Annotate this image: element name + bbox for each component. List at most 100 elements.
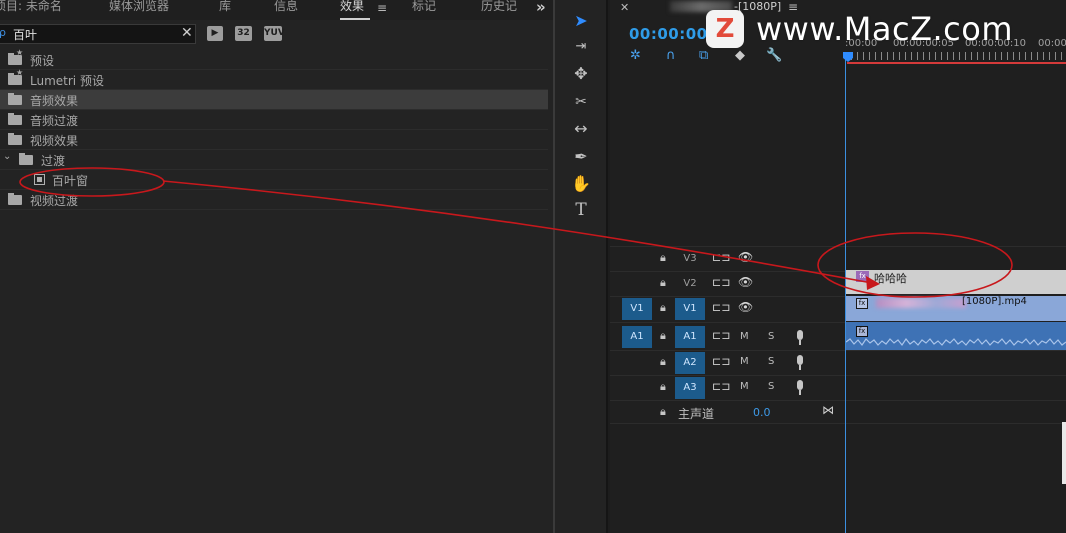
microphone-icon[interactable] xyxy=(794,353,806,371)
type-tool-icon[interactable]: T xyxy=(569,199,593,221)
tree-item-lumetri-presets[interactable]: Lumetri 预设 xyxy=(0,68,548,90)
microphone-icon[interactable] xyxy=(794,378,806,396)
solo-button[interactable]: S xyxy=(768,356,774,367)
lock-icon[interactable]: 🔒︎ xyxy=(660,355,666,369)
audio-clip[interactable]: fx xyxy=(846,322,1066,350)
search-input[interactable] xyxy=(13,27,173,41)
tab-history[interactable]: 历史记 xyxy=(481,0,517,20)
chevron-down-icon[interactable]: ⌄ xyxy=(3,151,11,162)
tab-overflow-icon[interactable]: » xyxy=(536,0,546,16)
transition-clip[interactable]: fx 哈哈哈 xyxy=(846,270,1066,294)
tree-item-label: 预设 xyxy=(30,54,55,68)
track-target-a2[interactable]: A2 xyxy=(675,352,705,374)
tab-media-browser[interactable]: 媒体浏览器 xyxy=(109,0,169,20)
tree-item-label: 音频过渡 xyxy=(30,114,79,128)
solo-button[interactable]: S xyxy=(768,381,774,392)
close-icon[interactable]: ✕ xyxy=(620,1,629,14)
tree-item-audio-transitions[interactable]: 音频过渡 xyxy=(0,110,548,130)
add-marker-icon[interactable]: ◆ xyxy=(735,48,745,63)
tree-item-label: 视频过渡 xyxy=(30,194,79,208)
tree-item-audio-effects[interactable]: 音频效果 xyxy=(0,90,548,110)
tree-item-video-effects[interactable]: 视频效果 xyxy=(0,130,548,150)
eye-icon[interactable]: 👁︎ xyxy=(738,250,753,264)
effects-tree: 预设 Lumetri 预设 音频效果 音频过渡 视频效果 ⌄ 过渡 百叶窗 xyxy=(0,48,548,210)
yuv-filter-button[interactable]: YUV xyxy=(264,26,285,41)
track-target-a1[interactable]: A1 xyxy=(675,326,705,348)
track-a3: 🔒︎ A3 ⊏⊐ M S xyxy=(610,375,1066,400)
tree-item-video-transitions[interactable]: 视频过渡 xyxy=(0,190,548,210)
panel-menu-icon[interactable]: ≡ xyxy=(377,1,387,15)
lock-icon[interactable]: 🔒︎ xyxy=(660,251,666,265)
lock-icon[interactable]: 🔒︎ xyxy=(660,276,666,290)
sync-lock-icon[interactable]: ⊏⊐ xyxy=(712,276,730,289)
fx-badge: fx xyxy=(856,326,868,337)
lock-icon[interactable]: 🔒︎ xyxy=(660,301,666,315)
go-to-end-icon[interactable]: ⋈ xyxy=(822,403,834,417)
lock-icon[interactable]: 🔒︎ xyxy=(660,329,666,343)
effect-icon xyxy=(34,174,45,185)
track-header-master: 🔒︎ 主声道 0.0 ⋈ xyxy=(610,401,845,423)
tree-item-venetian-blinds[interactable]: 百叶窗 xyxy=(0,170,548,190)
folder-icon xyxy=(8,133,22,145)
mute-button[interactable]: M xyxy=(740,331,749,342)
tree-item-label: 过渡 xyxy=(41,154,66,168)
pen-tool-icon[interactable]: ✒ xyxy=(569,146,593,168)
close-icon[interactable]: ✕ xyxy=(181,25,193,41)
sync-lock-icon[interactable]: ⊏⊐ xyxy=(712,251,730,264)
linked-selection-icon[interactable]: ⧉ xyxy=(699,48,708,63)
eye-icon[interactable]: 👁︎ xyxy=(738,300,753,314)
effects-search-row: ρ ✕ ▶ 32 YUV xyxy=(0,24,553,46)
tree-item-label: 百叶窗 xyxy=(52,174,89,188)
sync-lock-icon[interactable]: ⊏⊐ xyxy=(712,380,730,393)
video-clip[interactable]: fx [1080P].mp4 xyxy=(846,296,1066,321)
tab-project[interactable]: 项目: 未命名 xyxy=(0,0,62,20)
track-target-v2[interactable]: V2 xyxy=(675,273,705,295)
mute-button[interactable]: M xyxy=(740,381,749,392)
tree-item-transitions[interactable]: ⌄ 过渡 xyxy=(0,150,548,170)
razor-tool-icon[interactable]: ✂ xyxy=(569,91,593,113)
blurred-clip-name xyxy=(876,298,966,308)
tree-item-label: 音频效果 xyxy=(30,94,79,108)
tab-markers[interactable]: 标记 xyxy=(412,0,436,20)
tab-info[interactable]: 信息 xyxy=(274,0,298,20)
source-patch-a1[interactable]: A1 xyxy=(622,326,652,348)
folder-icon xyxy=(8,113,22,125)
lock-icon[interactable]: 🔒︎ xyxy=(660,380,666,394)
nest-sequence-icon[interactable]: ✲ xyxy=(630,48,641,63)
hand-tool-icon[interactable]: ✋ xyxy=(569,173,593,195)
master-volume-value[interactable]: 0.0 xyxy=(753,406,771,419)
track-target-v1[interactable]: V1 xyxy=(675,298,705,320)
selection-tool-icon[interactable]: ➤ xyxy=(569,10,593,32)
track-master: 🔒︎ 主声道 0.0 ⋈ xyxy=(610,400,1066,424)
tab-effects[interactable]: 效果 xyxy=(340,0,370,20)
clip-label: [1080P].mp4 xyxy=(962,296,1027,307)
track-target-v3[interactable]: V3 xyxy=(675,248,705,270)
solo-button[interactable]: S xyxy=(768,331,774,342)
32bit-filter-button[interactable]: 32 xyxy=(235,26,252,41)
wrench-icon[interactable]: 🔧 xyxy=(766,48,782,63)
sync-lock-icon[interactable]: ⊏⊐ xyxy=(712,355,730,368)
ripple-edit-tool-icon[interactable]: ✥ xyxy=(569,63,593,85)
timeline-panel: ✕ -[1080P] ≡ 00:00:00:0 ✲ ∩ ⧉ ◆ 🔧 :00:00… xyxy=(610,0,1066,533)
source-patch-v1[interactable]: V1 xyxy=(622,298,652,320)
track-v3: 🔒︎ V3 ⊏⊐ 👁︎ xyxy=(610,246,1066,271)
tab-libraries[interactable]: 库 xyxy=(219,0,231,20)
track-target-a3[interactable]: A3 xyxy=(675,377,705,399)
watermark-text: www.MacZ.com xyxy=(756,10,1013,48)
sync-lock-icon[interactable]: ⊏⊐ xyxy=(712,329,730,342)
tree-item-presets[interactable]: 预设 xyxy=(0,48,548,70)
sync-lock-icon[interactable]: ⊏⊐ xyxy=(712,301,730,314)
snap-magnet-icon[interactable]: ∩ xyxy=(666,48,676,63)
eye-icon[interactable]: 👁︎ xyxy=(738,275,753,289)
slip-tool-icon[interactable]: ↔ xyxy=(569,118,593,140)
search-icon: ρ xyxy=(0,26,6,39)
track-select-tool-icon[interactable]: ⇥ xyxy=(569,36,593,58)
mute-button[interactable]: M xyxy=(740,356,749,367)
track-header-a3: 🔒︎ A3 ⊏⊐ M S xyxy=(610,376,845,400)
track-header-a1: A1 🔒︎ A1 ⊏⊐ M S xyxy=(610,323,845,350)
microphone-icon[interactable] xyxy=(794,328,806,346)
folder-icon xyxy=(8,93,22,105)
accelerated-effects-filter-icon[interactable]: ▶ xyxy=(207,26,223,41)
lock-icon[interactable]: 🔒︎ xyxy=(660,405,666,419)
empty-track-area xyxy=(610,64,1066,246)
